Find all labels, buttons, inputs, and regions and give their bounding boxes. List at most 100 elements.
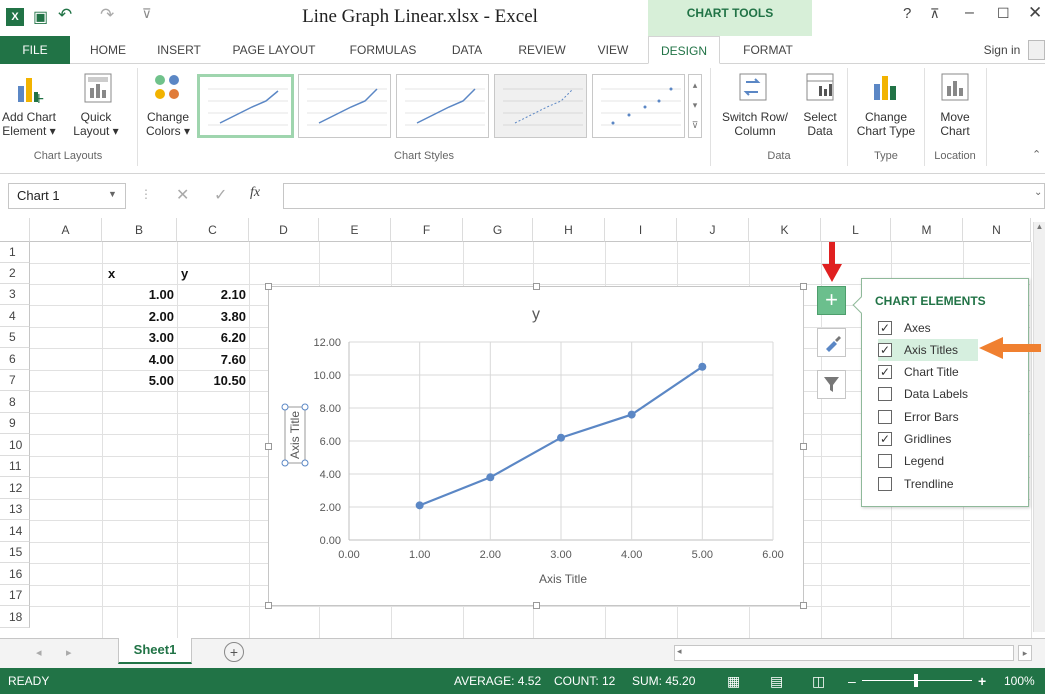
expand-formula-bar-icon[interactable]: ⌄ xyxy=(1034,187,1042,198)
redo-icon[interactable]: ↷ xyxy=(100,5,114,25)
chart-style-1[interactable] xyxy=(197,74,294,138)
horizontal-scrollbar[interactable]: ◂ xyxy=(674,645,1014,661)
row-header[interactable]: 2 xyxy=(0,263,30,284)
chart-elements-button[interactable]: + xyxy=(817,286,846,315)
cell-b2[interactable]: x xyxy=(108,263,115,284)
chart-title[interactable]: y xyxy=(532,306,540,323)
normal-view-icon[interactable]: ▦ xyxy=(727,668,740,694)
insert-function-icon[interactable]: fx xyxy=(250,185,260,201)
confirm-entry-icon[interactable]: ✓ xyxy=(214,185,227,205)
column-header[interactable]: L xyxy=(821,218,891,242)
cell-c6[interactable]: 7.60 xyxy=(177,349,246,370)
chart-area[interactable]: 0.00 2.00 4.00 6.00 8.00 10.00 12.00 0.00 1.00 2… xyxy=(265,283,807,609)
select-data-button[interactable]: Select Data xyxy=(796,64,844,148)
row-header[interactable]: 1 xyxy=(0,242,30,263)
row-header[interactable]: 10 xyxy=(0,434,30,456)
undo-icon[interactable]: ↶ xyxy=(58,5,72,25)
cell-c5[interactable]: 6.20 xyxy=(177,327,246,348)
cell-c4[interactable]: 3.80 xyxy=(177,306,246,327)
tab-file[interactable]: FILE xyxy=(0,36,70,64)
trendline-checkbox[interactable] xyxy=(878,477,892,491)
zoom-level[interactable]: 100% xyxy=(1004,668,1035,694)
tab-formulas[interactable]: FORMULAS xyxy=(340,36,426,64)
data-point[interactable] xyxy=(486,473,495,482)
chart-title-checkbox[interactable]: ✓ xyxy=(878,365,892,379)
y-axis-title-selection[interactable]: Axis Title xyxy=(281,403,309,467)
legend-checkbox[interactable] xyxy=(878,454,892,468)
tab-home[interactable]: HOME xyxy=(82,36,134,64)
chart-style-5[interactable] xyxy=(592,74,685,138)
row-header[interactable]: 3 xyxy=(0,284,30,305)
row-header[interactable]: 6 xyxy=(0,348,30,370)
prev-sheet-icon[interactable]: ◂ xyxy=(36,646,42,659)
scroll-up-icon[interactable]: ▲ xyxy=(1034,222,1045,231)
chart-element-error-bars[interactable]: Error Bars xyxy=(878,406,1023,428)
zoom-out-icon[interactable]: – xyxy=(848,668,856,694)
column-header[interactable]: J xyxy=(677,218,749,242)
error-bars-checkbox[interactable] xyxy=(878,410,892,424)
gallery-scroll[interactable]: ▴ ▾ ⊽ xyxy=(688,74,702,138)
cell-b4[interactable]: 2.00 xyxy=(102,306,174,327)
row-header[interactable]: 14 xyxy=(0,520,30,542)
column-header[interactable]: B xyxy=(102,218,177,242)
data-labels-checkbox[interactable] xyxy=(878,387,892,401)
row-header[interactable]: 18 xyxy=(0,606,30,628)
tab-page-layout[interactable]: PAGE LAYOUT xyxy=(222,36,326,64)
column-header[interactable]: A xyxy=(30,218,102,242)
tab-review[interactable]: REVIEW xyxy=(512,36,572,64)
column-header[interactable]: F xyxy=(391,218,463,242)
cell-c7[interactable]: 10.50 xyxy=(177,370,246,391)
customize-toolbar-icon[interactable]: ⊽ xyxy=(142,6,152,22)
cell-b5[interactable]: 3.00 xyxy=(102,327,174,348)
zoom-slider-thumb[interactable] xyxy=(914,674,918,687)
row-header[interactable]: 15 xyxy=(0,542,30,563)
minimize-icon[interactable]: – xyxy=(965,4,974,22)
name-box-dropdown-icon[interactable]: ▼ xyxy=(108,189,117,199)
account-avatar[interactable] xyxy=(1028,40,1045,60)
tab-design[interactable]: DESIGN xyxy=(648,36,720,64)
row-header[interactable]: 11 xyxy=(0,456,30,477)
chart-filters-button[interactable] xyxy=(817,370,846,399)
help-icon[interactable]: ? xyxy=(903,5,911,22)
data-point[interactable] xyxy=(698,362,707,371)
chart-element-trendline[interactable]: Trendline xyxy=(878,473,1023,495)
page-break-view-icon[interactable]: ◫ xyxy=(812,668,825,694)
cell-b3[interactable]: 1.00 xyxy=(102,284,174,305)
vertical-scrollbar[interactable]: ▲ xyxy=(1033,222,1045,632)
row-header[interactable]: 5 xyxy=(0,327,30,348)
x-axis-title[interactable]: Axis Title xyxy=(539,572,587,586)
tab-insert[interactable]: INSERT xyxy=(150,36,208,64)
column-header[interactable]: N xyxy=(963,218,1031,242)
y-axis-title[interactable]: Axis Title xyxy=(288,411,302,459)
chart-element-legend[interactable]: Legend xyxy=(878,450,1023,472)
cell-b6[interactable]: 4.00 xyxy=(102,349,174,370)
column-header[interactable]: H xyxy=(533,218,605,242)
tab-data[interactable]: DATA xyxy=(442,36,492,64)
row-header[interactable]: 7 xyxy=(0,370,30,391)
scroll-right-icon[interactable]: ▸ xyxy=(1018,645,1032,661)
sign-in-link[interactable]: Sign in xyxy=(980,36,1024,64)
cancel-entry-icon[interactable]: ✕ xyxy=(176,185,189,205)
cell-c3[interactable]: 2.10 xyxy=(177,284,246,305)
gridlines-checkbox[interactable]: ✓ xyxy=(878,432,892,446)
next-sheet-icon[interactable]: ▸ xyxy=(66,646,72,659)
chart-plot[interactable]: 0.00 2.00 4.00 6.00 8.00 10.00 12.00 0.00 1.00 2… xyxy=(269,287,803,605)
page-layout-view-icon[interactable]: ▤ xyxy=(770,668,783,694)
tab-view[interactable]: VIEW xyxy=(590,36,636,64)
row-header[interactable]: 12 xyxy=(0,477,30,499)
row-header[interactable]: 13 xyxy=(0,499,30,520)
new-sheet-icon[interactable]: + xyxy=(224,642,244,662)
collapse-ribbon-icon[interactable]: ⌃ xyxy=(1032,148,1041,161)
column-header[interactable]: I xyxy=(605,218,677,242)
chart-element-data-labels[interactable]: Data Labels xyxy=(878,383,1023,405)
ribbon-display-icon[interactable]: ⊼ xyxy=(930,6,940,22)
axis-titles-checkbox[interactable]: ✓ xyxy=(878,343,892,357)
change-chart-type-button[interactable]: Change Chart Type xyxy=(850,64,922,148)
axes-checkbox[interactable]: ✓ xyxy=(878,321,892,335)
zoom-in-icon[interactable]: + xyxy=(978,668,986,694)
cell-b7[interactable]: 5.00 xyxy=(102,370,174,391)
tab-format[interactable]: FORMAT xyxy=(730,36,806,64)
column-header[interactable]: M xyxy=(891,218,963,242)
chart-element-axis-titles[interactable]: ✓ Axis Titles xyxy=(878,339,978,361)
select-all-corner[interactable] xyxy=(0,218,30,242)
